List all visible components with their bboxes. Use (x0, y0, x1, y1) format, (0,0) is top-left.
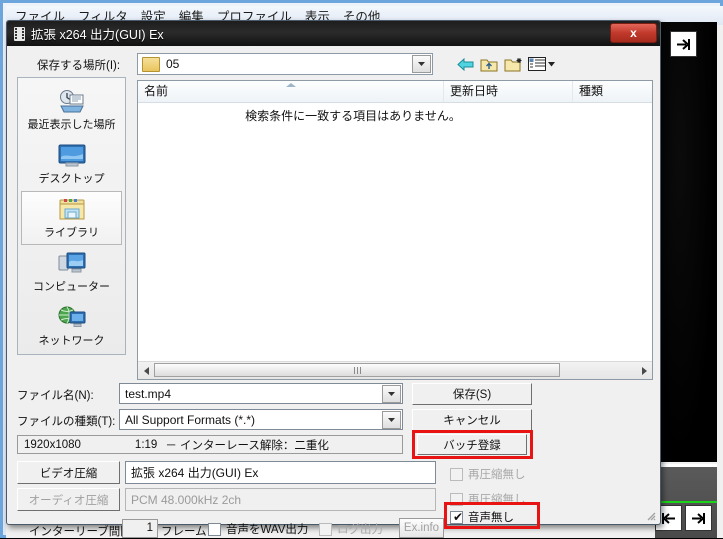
ex-info-button: Ex.info (399, 518, 444, 538)
checkbox-box (319, 522, 332, 536)
scroll-right-icon[interactable] (638, 364, 650, 377)
audio-codec-value: PCM 48.000kHz 2ch (131, 492, 242, 507)
recent-places-icon (57, 89, 87, 115)
network-icon (57, 305, 87, 331)
desktop-icon (57, 143, 87, 169)
scrollbar-thumb[interactable] (154, 363, 560, 377)
dialog-titlebar[interactable]: 拡張 x264 出力(GUI) Ex x (7, 21, 660, 46)
place-label: 最近表示した場所 (27, 118, 116, 131)
place-label: ライブラリ (44, 226, 99, 239)
place-item-library[interactable]: ライブラリ (21, 191, 122, 245)
no-recompress-checkbox-1[interactable]: 再圧縮無し (450, 466, 526, 482)
log-output-label: ログ出力 (337, 524, 383, 536)
filename-input[interactable]: test.mp4 (119, 383, 403, 404)
places-bar[interactable]: 最近表示した場所 デスクトップ ライブラリ コンピューター ネットワーク (17, 77, 126, 355)
filename-dropdown-icon[interactable] (382, 385, 401, 403)
batch-register-highlight (412, 430, 533, 459)
film-strip-icon (14, 26, 25, 41)
frame-unit-label: フレーム (161, 526, 207, 538)
skip-to-end-icon[interactable] (670, 31, 697, 57)
place-item-computer[interactable]: コンピューター (21, 245, 122, 299)
close-button[interactable]: x (610, 23, 657, 43)
dialog-client-area: 保存する場所(I): 最近表示した場所 デスクトップ ライブラリ コンピューター… (9, 47, 658, 538)
sort-ascending-icon (286, 83, 296, 87)
filetype-value: All Support Formats (*.*) (125, 412, 256, 427)
video-codec-value: 拡張 x264 出力(GUI) Ex (131, 466, 259, 480)
log-output-checkbox: ログ出力 (319, 521, 383, 537)
screen: ファイル フィルタ 設定 編集 プロファイル 表示 その他 拡張 x264 出力… (0, 0, 723, 538)
place-item-desktop[interactable]: デスクトップ (21, 137, 122, 191)
cancel-button[interactable]: キャンセル (412, 409, 532, 431)
filetype-combobox[interactable]: All Support Formats (*.*) (119, 409, 403, 430)
views-icon[interactable] (526, 54, 556, 74)
new-folder-icon[interactable] (502, 54, 524, 74)
filetype-dropdown-icon[interactable] (382, 411, 401, 429)
column-header-modified[interactable]: 更新日時 (444, 81, 573, 102)
timeline-position-line (655, 501, 717, 503)
scroll-left-icon[interactable] (140, 364, 152, 377)
info-duration: 1:19 (134, 438, 158, 451)
resize-grip-icon[interactable] (644, 509, 656, 521)
wav-output-label: 音声をWAV出力 (226, 524, 309, 536)
audio-compress-button: オーディオ圧縮 (17, 488, 120, 511)
video-preview (655, 22, 717, 462)
skip-to-end-icon-bottom[interactable] (685, 505, 712, 531)
dialog-title: 拡張 x264 出力(GUI) Ex (31, 28, 164, 42)
file-list[interactable]: 名前 更新日時 種類 検索条件に一致する項目はありません。 (137, 80, 653, 380)
no-audio-highlight (444, 502, 540, 529)
folder-icon (142, 56, 160, 72)
checkbox-box (450, 467, 463, 481)
info-deinterlace: － インターレース解除：二重化 (165, 439, 329, 452)
place-item-network[interactable]: ネットワーク (21, 299, 122, 353)
interleave-input[interactable]: 1 (122, 519, 158, 538)
filename-value: test.mp4 (125, 386, 172, 401)
preview-frame (655, 22, 717, 462)
place-label: ネットワーク (38, 334, 105, 347)
horizontal-scrollbar[interactable] (138, 361, 652, 379)
checkbox-box (208, 522, 221, 536)
no-recompress-label-1: 再圧縮無し (468, 469, 526, 481)
save-in-label: 保存する場所(I): (37, 60, 121, 72)
location-combobox[interactable]: 05 (137, 53, 433, 75)
place-label: コンピューター (33, 280, 110, 293)
place-label: デスクトップ (38, 172, 105, 185)
column-header-type[interactable]: 種類 (573, 81, 652, 102)
column-header-name[interactable]: 名前 (138, 81, 444, 102)
media-info-bar: 1920x1080 1:19 － インターレース解除：二重化 (17, 435, 403, 454)
place-item-recent[interactable]: 最近表示した場所 (21, 83, 122, 137)
video-codec-field[interactable]: 拡張 x264 出力(GUI) Ex (125, 461, 436, 484)
file-list-header[interactable]: 名前 更新日時 種類 (138, 81, 652, 103)
location-value: 05 (166, 57, 180, 71)
computer-icon (57, 251, 87, 277)
empty-list-message: 検索条件に一致する項目はありません。 (245, 109, 461, 123)
up-folder-icon[interactable] (478, 54, 500, 74)
wav-output-checkbox[interactable]: 音声をWAV出力 (208, 521, 308, 537)
chevron-down-icon[interactable] (412, 55, 431, 73)
save-file-dialog: 拡張 x264 出力(GUI) Ex x 保存する場所(I): 最近表示した場所… (6, 20, 661, 538)
filename-label: ファイル名(N): (17, 390, 94, 402)
video-compress-button[interactable]: ビデオ圧縮 (17, 461, 120, 484)
back-icon[interactable] (454, 54, 476, 74)
column-label: 名前 (144, 84, 169, 98)
save-button[interactable]: 保存(S) (412, 383, 532, 405)
info-resolution: 1920x1080 (24, 438, 81, 451)
filetype-label: ファイルの種類(T): (17, 416, 116, 428)
audio-codec-field: PCM 48.000kHz 2ch (125, 488, 436, 511)
library-folder-icon (57, 197, 87, 223)
